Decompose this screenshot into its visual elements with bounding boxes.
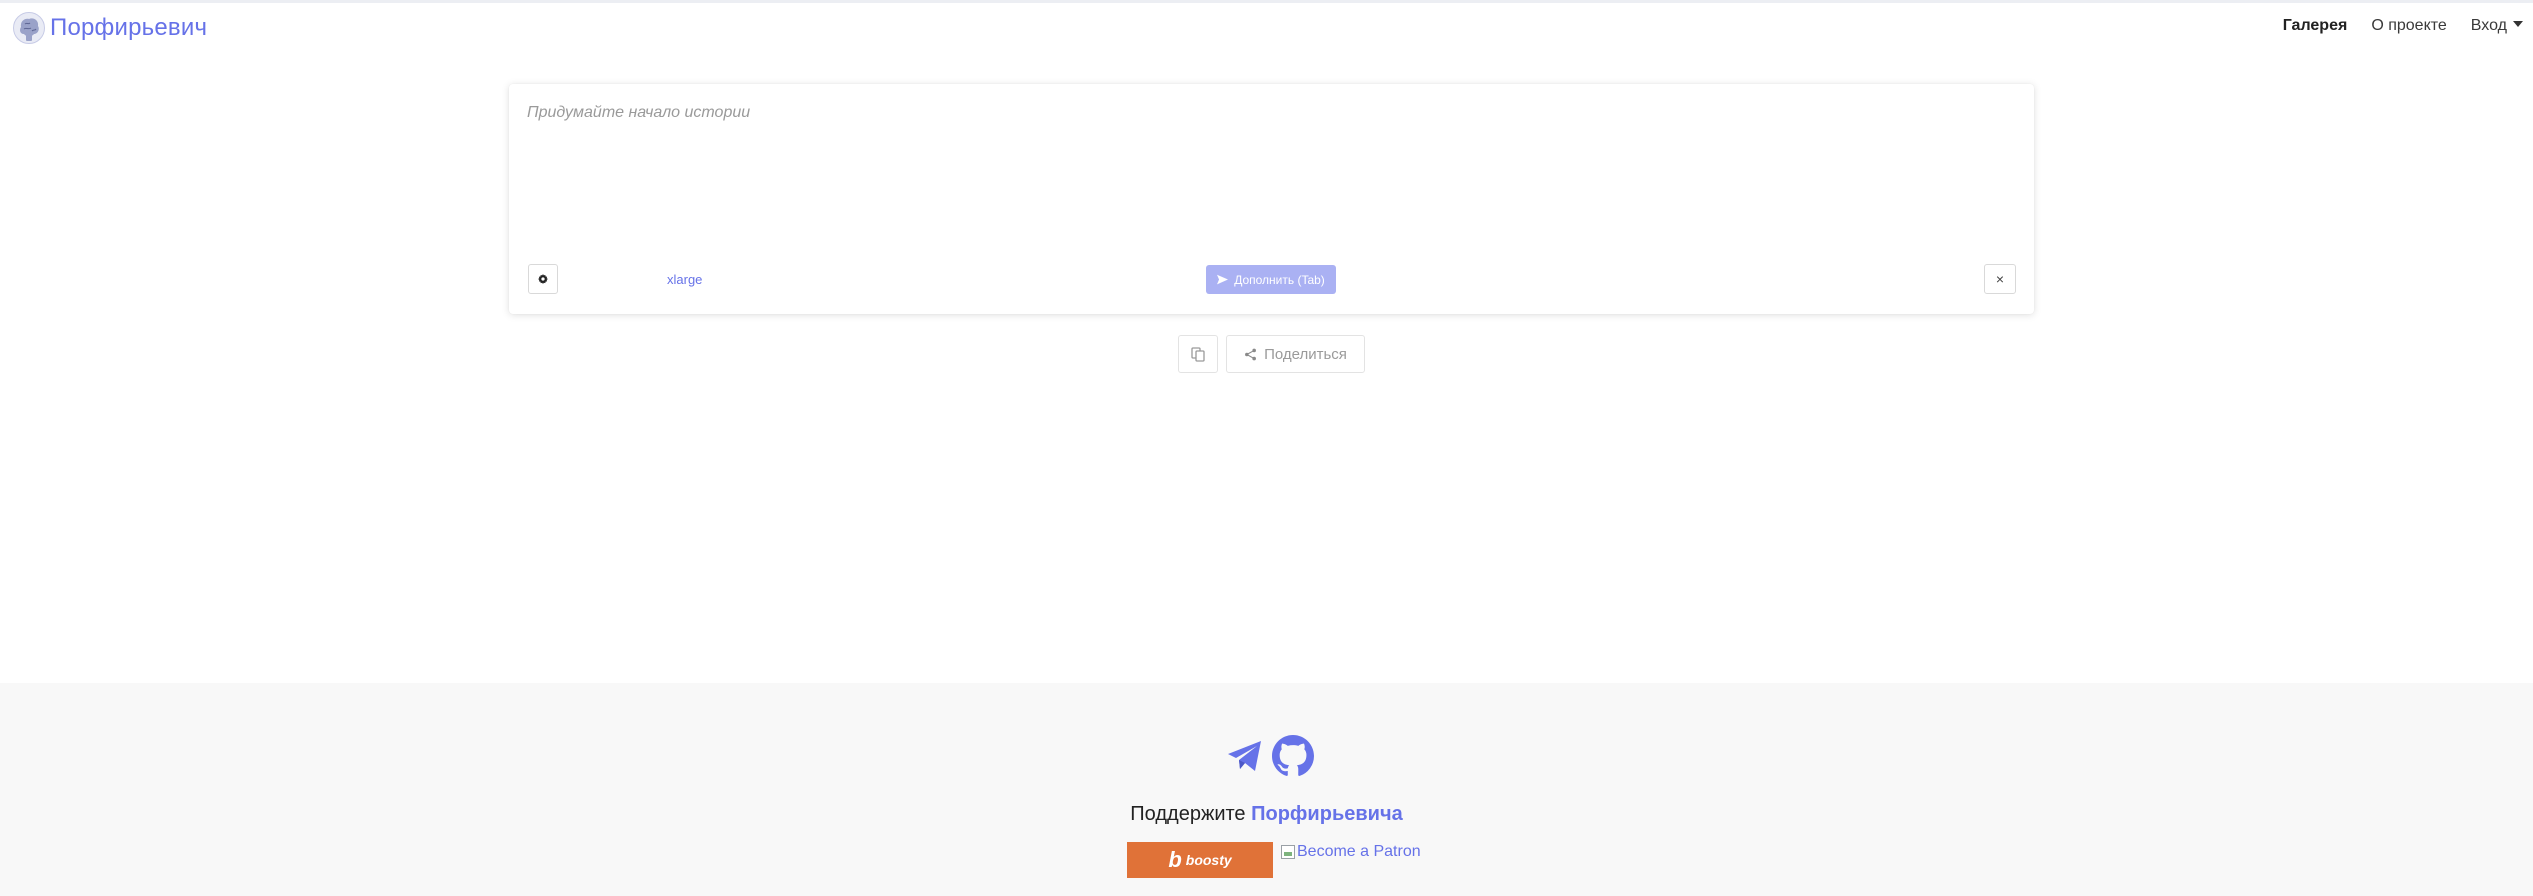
- model-selector[interactable]: xlarge: [667, 272, 702, 287]
- generate-label: Дополнить (Tab): [1234, 272, 1325, 287]
- copy-icon: [1191, 346, 1205, 362]
- editor-card: xlarge Дополнить (Tab) ×: [509, 84, 2034, 314]
- share-icon: [1244, 348, 1257, 361]
- nav-menu: Галерея О проекте Вход: [2259, 17, 2523, 35]
- story-input[interactable]: [527, 104, 2017, 254]
- brand-link[interactable]: Порфирьевич: [12, 10, 207, 46]
- nav-about[interactable]: О проекте: [2371, 17, 2446, 35]
- footer: Поддержите Порфирьевича b boosty Become …: [0, 683, 2533, 896]
- nav-gallery[interactable]: Галерея: [2283, 17, 2348, 35]
- support-prefix: Поддержите: [1130, 803, 1246, 825]
- settings-button[interactable]: [528, 264, 558, 294]
- boosty-logo-icon: b: [1168, 847, 1182, 872]
- support-name: Порфирьевича: [1251, 803, 1403, 825]
- telegram-icon: [1228, 741, 1261, 771]
- boosty-button[interactable]: b boosty: [1127, 842, 1273, 878]
- brand-name: Порфирьевич: [50, 14, 208, 41]
- social-links: [1226, 735, 1322, 777]
- patreon-alt-text: Become a Patron: [1297, 843, 1421, 860]
- share-label: Поделиться: [1264, 345, 1347, 363]
- github-icon: [1272, 735, 1314, 776]
- navbar: Порфирьевич Галерея О проекте Вход: [0, 3, 2533, 53]
- share-button[interactable]: Поделиться: [1226, 335, 1365, 373]
- broken-image-icon: [1281, 845, 1295, 859]
- send-icon: [1217, 274, 1229, 285]
- login-dropdown[interactable]: Вход: [2471, 17, 2523, 35]
- clear-button[interactable]: ×: [1984, 264, 2016, 294]
- login-label: Вход: [2470, 17, 2507, 34]
- generate-button[interactable]: Дополнить (Tab): [1206, 265, 1336, 294]
- support-text: Поддержите Порфирьевича: [0, 803, 2533, 826]
- github-link[interactable]: [1272, 735, 1314, 777]
- brain-logo-icon: [13, 12, 45, 44]
- patreon-link[interactable]: Become a Patron: [1281, 843, 1421, 861]
- gear-icon: [538, 274, 548, 284]
- boosty-label: boosty: [1185, 852, 1232, 868]
- telegram-link[interactable]: [1226, 738, 1264, 774]
- caret-down-icon: [2513, 21, 2523, 27]
- close-icon: ×: [1995, 271, 2005, 287]
- copy-button[interactable]: [1178, 335, 1218, 373]
